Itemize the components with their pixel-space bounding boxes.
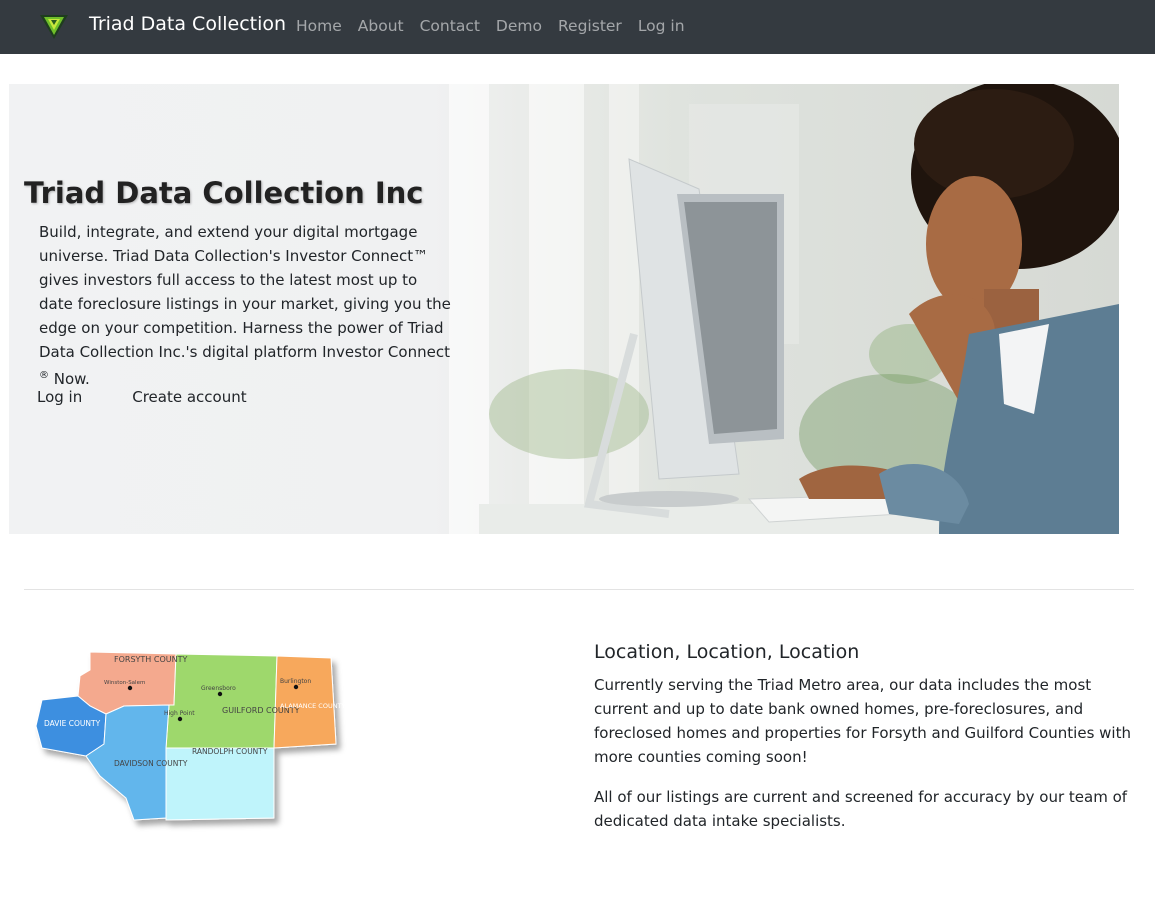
triad-logo-icon[interactable] <box>38 11 70 41</box>
hero-actions: Log in Create account <box>37 388 247 406</box>
city-winston-salem: Winston-Salem <box>104 680 145 686</box>
top-navbar: Triad Data Collection Home About Contact… <box>0 0 1155 54</box>
location-paragraph-1: Currently serving the Triad Metro area, … <box>594 676 1131 766</box>
nav-about[interactable]: About <box>358 17 404 35</box>
county-label-forsyth: FORSYTH COUNTY <box>114 655 187 664</box>
nav-links: Home About Contact Demo Register Log in <box>296 17 701 35</box>
create-account-link[interactable]: Create account <box>132 388 246 406</box>
nav-contact[interactable]: Contact <box>420 17 480 35</box>
brand-name[interactable]: Triad Data Collection <box>89 13 286 35</box>
city-greensboro: Greensboro <box>201 685 236 692</box>
hero-description-end: Now. <box>49 370 90 388</box>
location-heading: Location, Location, Location <box>594 641 860 663</box>
nav-login[interactable]: Log in <box>638 17 685 35</box>
hero-title: Triad Data Collection Inc <box>24 176 424 210</box>
location-paragraph-2: All of our listings are current and scre… <box>594 788 1128 830</box>
hero-login-link[interactable]: Log in <box>37 388 82 406</box>
registered-mark: ® <box>39 370 49 381</box>
hero-description: Build, integrate, and extend your digita… <box>39 220 454 391</box>
county-label-davidson: DAVIDSON COUNTY <box>114 759 188 768</box>
city-high-point: High Point <box>164 710 195 717</box>
nav-home[interactable]: Home <box>296 17 342 35</box>
hero-banner: Triad Data Collection Inc Build, integra… <box>9 84 1119 534</box>
county-label-alamance: ALAMANCE COUNTY <box>280 702 346 710</box>
nav-demo[interactable]: Demo <box>496 17 542 35</box>
county-label-davie: DAVIE COUNTY <box>44 719 101 728</box>
triad-county-map: FORSYTH COUNTY GUILFORD COUNTY ALAMANCE … <box>35 651 346 821</box>
county-label-randolph: RANDOLPH COUNTY <box>192 747 268 756</box>
nav-register[interactable]: Register <box>558 17 622 35</box>
city-burlington: Burlington <box>280 678 311 685</box>
hero-description-text: Build, integrate, and extend your digita… <box>39 223 451 361</box>
section-divider <box>24 589 1134 590</box>
